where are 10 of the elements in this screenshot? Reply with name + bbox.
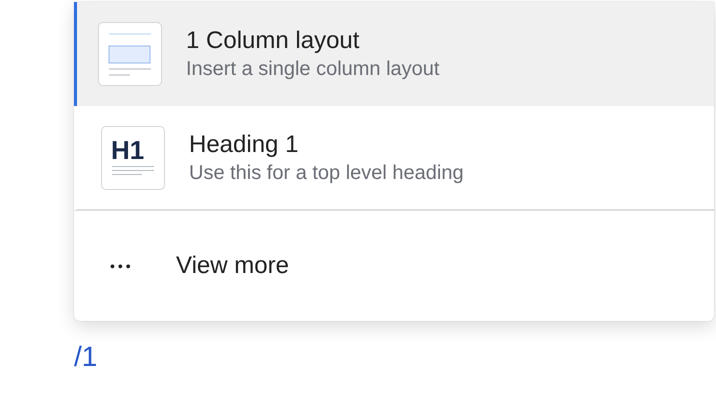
heading-icon: H1 <box>101 126 165 190</box>
item-title: 1 Column layout <box>186 26 360 56</box>
item-description: Insert a single column layout <box>186 57 440 82</box>
menu-item[interactable]: H1 Heading 1 Use this for a top level heading <box>74 106 714 211</box>
typed-text: /1 <box>74 341 98 373</box>
item-description: Use this for a top level heading <box>189 160 464 186</box>
layout-icon <box>98 22 162 86</box>
item-title: Heading 1 <box>189 130 300 160</box>
menu-item[interactable]: 1 Column layout Insert a single column layout <box>74 2 714 106</box>
view-more-button[interactable]: ••• View more <box>74 211 714 321</box>
